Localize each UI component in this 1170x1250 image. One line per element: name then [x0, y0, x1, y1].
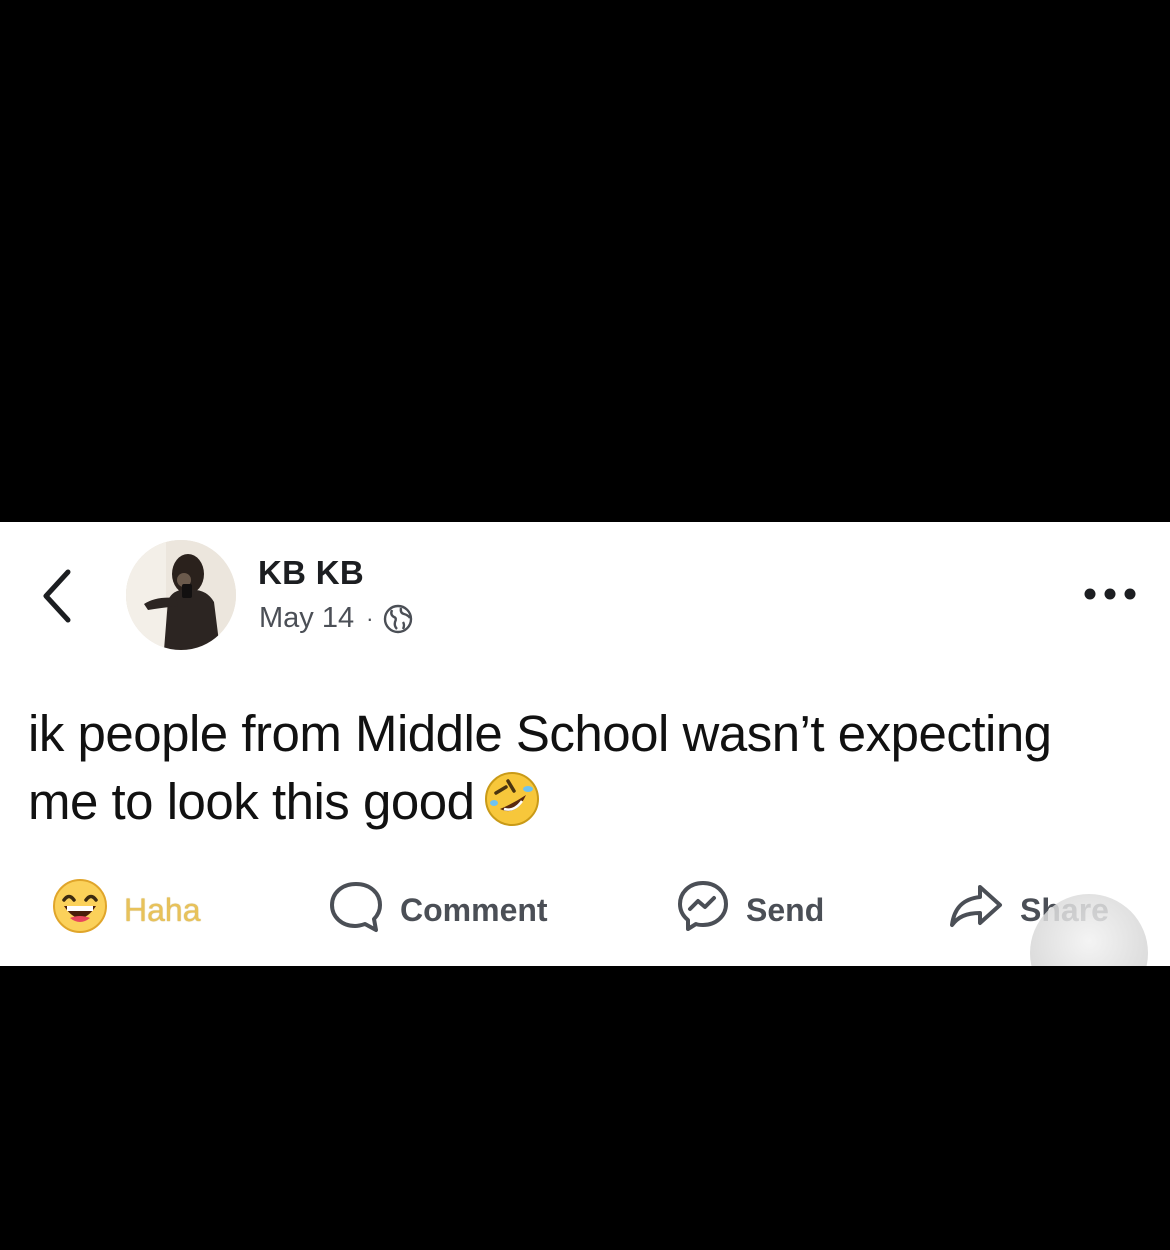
post-action-bar: Haha Comment Send [0, 879, 1170, 941]
author-name[interactable]: KB KB [258, 554, 364, 592]
comment-label: Comment [400, 891, 548, 928]
haha-label: Haha [124, 891, 201, 928]
haha-reaction-button[interactable]: Haha [52, 879, 201, 938]
author-avatar[interactable] [126, 540, 236, 650]
chevron-left-icon [43, 569, 71, 623]
comment-button[interactable]: Comment [328, 882, 548, 938]
post-date[interactable]: May 14 [259, 602, 354, 635]
meta-separator: · [366, 605, 374, 631]
rolling-on-floor-laughing-emoji [485, 772, 540, 826]
more-dots-icon [1084, 588, 1136, 600]
messenger-icon [676, 879, 730, 941]
post-card: KB KB May 14 · ik people from Middle Sch… [0, 522, 1170, 1012]
avatar-photo [126, 540, 236, 650]
globe-icon [384, 604, 413, 633]
back-button[interactable] [36, 566, 82, 626]
post-text: ik people from Middle School wasn’t expe… [28, 700, 1128, 836]
top-black-letterbox [0, 0, 1170, 522]
comment-bubble-icon [328, 878, 384, 942]
more-options-button[interactable] [1080, 582, 1140, 606]
share-arrow-icon [948, 883, 1004, 937]
post-meta: May 14 · [259, 602, 413, 635]
bottom-black-letterbox [0, 966, 1170, 1250]
send-button[interactable]: Send [676, 879, 825, 941]
send-label: Send [746, 891, 825, 928]
haha-reaction-icon [52, 878, 108, 942]
